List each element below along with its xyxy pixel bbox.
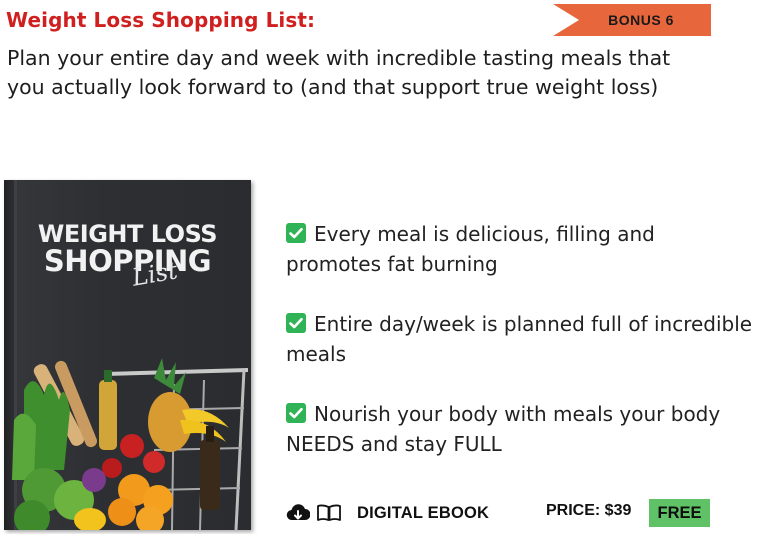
format-icons [286, 503, 342, 523]
feature-text: Every meal is delicious, filling and pro… [286, 222, 655, 276]
free-badge: FREE [649, 499, 710, 527]
feature-text: Entire day/week is planned full of incre… [286, 312, 753, 366]
bonus-badge-label: BONUS 6 [608, 12, 674, 28]
ebook-cover-image: WEIGHT LOSS SHOPPING List [4, 180, 251, 530]
section-title: Weight Loss Shopping List: [6, 8, 316, 32]
book-title-line-2: SHOPPING [43, 244, 212, 278]
open-book-icon [317, 504, 341, 521]
feature-item: Nourish your body with meals your body N… [286, 399, 756, 459]
feature-item: Every meal is delicious, filling and pro… [286, 219, 756, 279]
cloud-download-icon [286, 504, 310, 521]
feature-text: Nourish your body with meals your body N… [286, 402, 721, 456]
shopping-cart-illustration [12, 358, 249, 530]
feature-item: Entire day/week is planned full of incre… [286, 309, 756, 369]
price-label: PRICE: $39 [546, 502, 632, 519]
intro-text: Plan your entire day and week with incre… [7, 46, 671, 99]
format-label: DIGITAL EBOOK [357, 504, 490, 522]
check-box-icon [286, 223, 306, 243]
check-box-icon [286, 403, 306, 423]
check-box-icon [286, 313, 306, 333]
bonus-badge: BONUS 6 [553, 4, 711, 36]
